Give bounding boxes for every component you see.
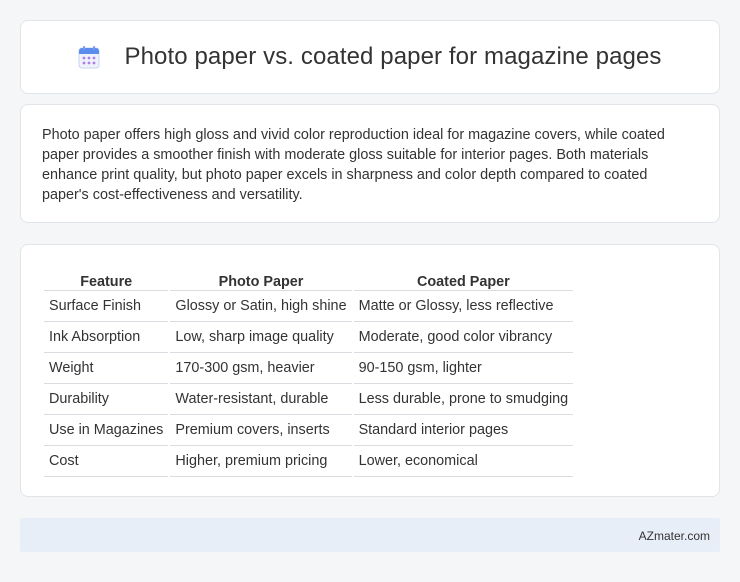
cell-photo-paper: Water-resistant, durable — [170, 384, 352, 415]
table-card: Feature Photo Paper Coated Paper Surface… — [20, 244, 720, 497]
footer: AZmater.com — [20, 518, 720, 552]
cell-coated-paper: Matte or Glossy, less reflective — [353, 291, 574, 322]
comparison-table: Feature Photo Paper Coated Paper Surface… — [42, 265, 575, 477]
cell-photo-paper: Premium covers, inserts — [170, 415, 352, 446]
calendar-icon — [78, 45, 100, 69]
cell-coated-paper: Less durable, prone to smudging — [353, 384, 574, 415]
header-card: Photo paper vs. coated paper for magazin… — [20, 20, 720, 94]
table-row: Cost Higher, premium pricing Lower, econ… — [44, 446, 574, 477]
table-row: Use in Magazines Premium covers, inserts… — [44, 415, 574, 446]
table-row: Surface Finish Glossy or Satin, high shi… — [44, 291, 574, 322]
cell-photo-paper: Low, sharp image quality — [170, 322, 352, 353]
table-row: Ink Absorption Low, sharp image quality … — [44, 322, 574, 353]
cell-coated-paper: Lower, economical — [353, 446, 574, 477]
header-feature: Feature — [44, 265, 169, 291]
cell-feature: Surface Finish — [44, 291, 169, 322]
cell-feature: Cost — [44, 446, 169, 477]
cell-coated-paper: 90-150 gsm, lighter — [353, 353, 574, 384]
summary-card: Photo paper offers high gloss and vivid … — [20, 104, 720, 223]
cell-feature: Weight — [44, 353, 169, 384]
cell-photo-paper: 170-300 gsm, heavier — [170, 353, 352, 384]
table-header-row: Feature Photo Paper Coated Paper — [44, 265, 574, 291]
cell-coated-paper: Moderate, good color vibrancy — [353, 322, 574, 353]
header-coated-paper: Coated Paper — [353, 265, 574, 291]
summary-text: Photo paper offers high gloss and vivid … — [42, 127, 665, 203]
cell-feature: Durability — [44, 384, 169, 415]
cell-feature: Use in Magazines — [44, 415, 169, 446]
cell-coated-paper: Standard interior pages — [353, 415, 574, 446]
page-title: Photo paper vs. coated paper for magazin… — [124, 43, 662, 70]
table-row: Weight 170-300 gsm, heavier 90-150 gsm, … — [44, 353, 574, 384]
cell-photo-paper: Glossy or Satin, high shine — [170, 291, 352, 322]
title-row: Photo paper vs. coated paper for magazin… — [21, 21, 719, 93]
footer-brand-link[interactable]: AZmater.com — [639, 529, 710, 543]
cell-photo-paper: Higher, premium pricing — [170, 446, 352, 477]
header-photo-paper: Photo Paper — [170, 265, 352, 291]
table-row: Durability Water-resistant, durable Less… — [44, 384, 574, 415]
cell-feature: Ink Absorption — [44, 322, 169, 353]
